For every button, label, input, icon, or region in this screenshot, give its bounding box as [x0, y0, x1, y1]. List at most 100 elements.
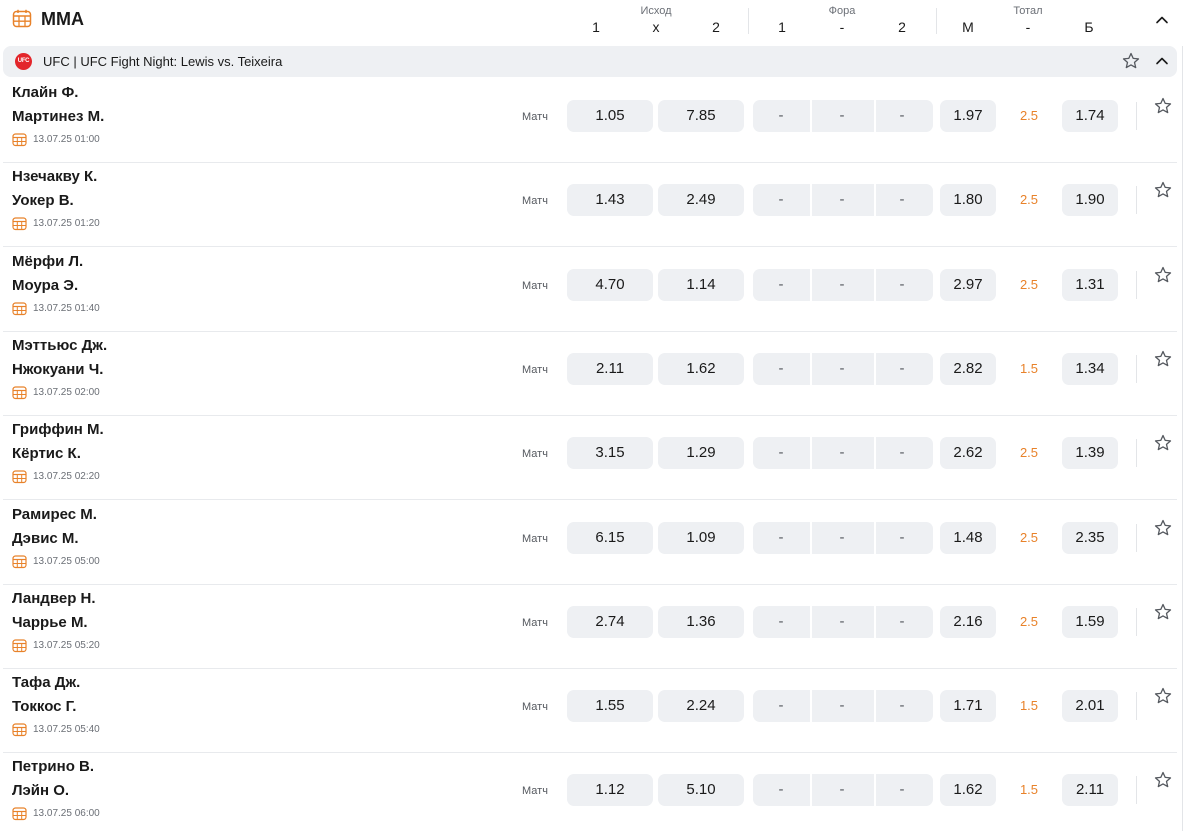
chevron-up-icon[interactable] — [1152, 10, 1172, 30]
team-home[interactable]: Мэттьюс Дж. — [12, 337, 107, 354]
odd-button-1[interactable]: 2.74 — [567, 605, 653, 638]
handicap-2[interactable]: - — [882, 100, 922, 132]
team-away[interactable]: Нжокуани Ч. — [12, 361, 103, 378]
total-over-button[interactable]: 1.74 — [1062, 100, 1118, 132]
total-over-button[interactable]: 1.34 — [1062, 352, 1118, 385]
star-icon[interactable] — [1153, 96, 1173, 116]
market-label: Матч — [522, 616, 548, 629]
match-row[interactable]: Ландвер Н. Чаррье М. 13.07.25 05:20 Матч 2.7… — [3, 585, 1177, 669]
handicap-2[interactable]: - — [882, 690, 922, 722]
team-away[interactable]: Кёртис К. — [12, 445, 81, 462]
total-under-button[interactable]: 2.82 — [940, 352, 996, 385]
star-icon[interactable] — [1121, 51, 1141, 71]
total-under-button[interactable]: 2.62 — [940, 437, 996, 470]
handicap-1[interactable]: - — [761, 690, 801, 722]
total-under-button[interactable]: 1.71 — [940, 690, 996, 723]
handicap-1[interactable]: - — [761, 606, 801, 638]
odd-button-1[interactable]: 6.15 — [567, 521, 653, 554]
total-under-button[interactable]: 1.48 — [940, 521, 996, 554]
match-row[interactable]: Мэттьюс Дж. Нжокуани Ч. 13.07.25 02:00 Матч… — [3, 332, 1177, 416]
handicap-1[interactable]: - — [761, 774, 801, 806]
odd-button-2[interactable]: 1.62 — [658, 352, 744, 385]
handicap-1[interactable]: - — [761, 522, 801, 554]
team-away[interactable]: Моура Э. — [12, 277, 78, 294]
handicap-1[interactable]: - — [761, 437, 801, 469]
handicap-1[interactable]: - — [761, 100, 801, 132]
total-over-button[interactable]: 2.11 — [1062, 774, 1118, 807]
odd-button-1[interactable]: 1.05 — [567, 100, 653, 132]
handicap-1[interactable]: - — [761, 184, 801, 216]
match-row[interactable]: Тафа Дж. Токкос Г. 13.07.25 05:40 Матч 1.55 2… — [3, 669, 1177, 754]
handicap-divider — [874, 352, 876, 385]
team-home[interactable]: Нзечакву К. — [12, 168, 97, 185]
handicap-divider — [874, 605, 876, 638]
total-over-button[interactable]: 1.39 — [1062, 437, 1118, 470]
team-away[interactable]: Лэйн О. — [12, 782, 69, 799]
handicap-1[interactable]: - — [761, 353, 801, 385]
odd-button-1[interactable]: 1.12 — [567, 774, 653, 807]
team-away[interactable]: Мартинез М. — [12, 108, 104, 125]
odd-button-2[interactable]: 1.29 — [658, 437, 744, 470]
odd-button-2[interactable]: 5.10 — [658, 774, 744, 807]
team-home[interactable]: Ландвер Н. — [12, 590, 96, 607]
match-row[interactable]: Петрино В. Лэйн О. 13.07.25 06:00 Матч 1.12 5… — [3, 753, 1177, 831]
star-icon[interactable] — [1153, 349, 1173, 369]
match-row[interactable]: Нзечакву К. Уокер В. 13.07.25 01:20 Матч 1.4… — [3, 163, 1177, 248]
team-home[interactable]: Клайн Ф. — [12, 84, 78, 101]
league-name: UFC | UFC Fight Night: Lewis vs. Teixeir… — [43, 54, 283, 69]
team-away[interactable]: Уокер В. — [12, 192, 74, 209]
match-row[interactable]: Мёрфи Л. Моура Э. 13.07.25 01:40 Матч 4.70 1.… — [3, 248, 1177, 332]
total-under-button[interactable]: 1.80 — [940, 184, 996, 217]
odd-button-1[interactable]: 3.15 — [567, 437, 653, 470]
star-icon[interactable] — [1153, 433, 1173, 453]
team-home[interactable]: Петрино В. — [12, 758, 94, 775]
star-icon[interactable] — [1153, 518, 1173, 538]
team-away[interactable]: Дэвис М. — [12, 530, 79, 547]
handicap-2[interactable]: - — [882, 522, 922, 554]
star-icon[interactable] — [1153, 180, 1173, 200]
odd-button-2[interactable]: 1.36 — [658, 605, 744, 638]
total-under-button[interactable]: 2.16 — [940, 605, 996, 638]
market-label: Матч — [522, 279, 548, 292]
odd-button-2[interactable]: 1.14 — [658, 268, 744, 301]
handicap-2[interactable]: - — [882, 606, 922, 638]
odd-button-1[interactable]: 1.55 — [567, 690, 653, 723]
match-row[interactable]: Гриффин М. Кёртис К. 13.07.25 02:20 Матч 3.1… — [3, 416, 1177, 501]
star-icon[interactable] — [1153, 265, 1173, 285]
total-over-button[interactable]: 2.35 — [1062, 521, 1118, 554]
star-icon[interactable] — [1153, 770, 1173, 790]
team-home[interactable]: Тафа Дж. — [12, 674, 80, 691]
star-icon[interactable] — [1153, 686, 1173, 706]
odd-button-2[interactable]: 7.85 — [658, 100, 744, 132]
handicap-divider — [810, 268, 812, 301]
league-header[interactable]: UFC UFC | UFC Fight Night: Lewis vs. Tei… — [3, 46, 1177, 77]
odd-button-2[interactable]: 2.24 — [658, 690, 744, 723]
total-over-button[interactable]: 1.90 — [1062, 184, 1118, 217]
total-over-button[interactable]: 1.31 — [1062, 268, 1118, 301]
team-away[interactable]: Чаррье М. — [12, 614, 88, 631]
handicap-2[interactable]: - — [882, 269, 922, 301]
match-row[interactable]: Рамирес М. Дэвис М. 13.07.25 05:00 Матч 6.15… — [3, 501, 1177, 585]
handicap-2[interactable]: - — [882, 184, 922, 216]
total-under-button[interactable]: 1.97 — [940, 100, 996, 132]
total-under-button[interactable]: 1.62 — [940, 774, 996, 807]
handicap-2[interactable]: - — [882, 774, 922, 806]
odd-button-1[interactable]: 2.11 — [567, 352, 653, 385]
total-over-button[interactable]: 2.01 — [1062, 690, 1118, 723]
odd-button-2[interactable]: 1.09 — [658, 521, 744, 554]
team-home[interactable]: Рамирес М. — [12, 506, 97, 523]
total-under-button[interactable]: 2.97 — [940, 268, 996, 301]
star-icon[interactable] — [1153, 602, 1173, 622]
team-home[interactable]: Мёрфи Л. — [12, 253, 83, 270]
total-over-button[interactable]: 1.59 — [1062, 605, 1118, 638]
match-row[interactable]: Клайн Ф. Мартинез М. 13.07.25 01:00 Матч 1.0… — [3, 79, 1177, 163]
team-home[interactable]: Гриффин М. — [12, 421, 104, 438]
team-away[interactable]: Токкос Г. — [12, 698, 76, 715]
chevron-up-icon[interactable] — [1152, 51, 1172, 71]
handicap-2[interactable]: - — [882, 353, 922, 385]
odd-button-1[interactable]: 1.43 — [567, 184, 653, 217]
handicap-2[interactable]: - — [882, 437, 922, 469]
odd-button-2[interactable]: 2.49 — [658, 184, 744, 217]
odd-button-1[interactable]: 4.70 — [567, 268, 653, 301]
handicap-1[interactable]: - — [761, 269, 801, 301]
